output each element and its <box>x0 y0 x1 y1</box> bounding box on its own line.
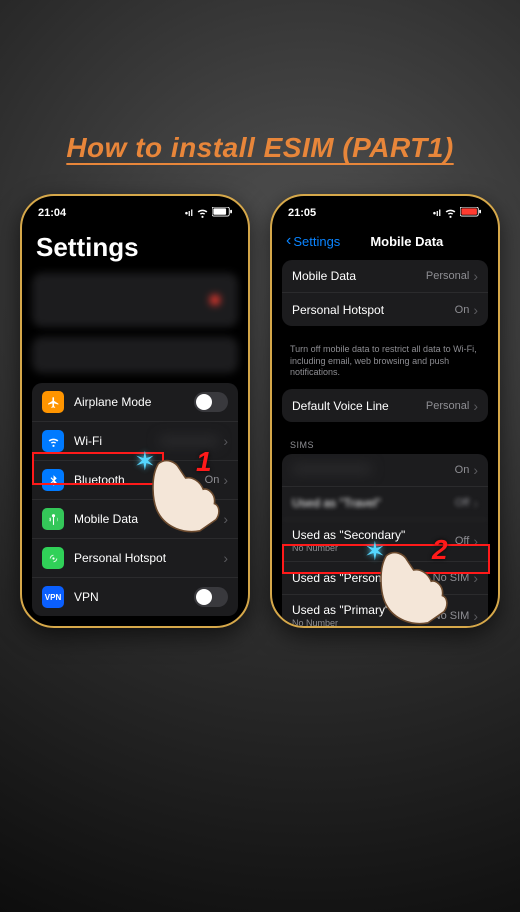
row-mobile-data[interactable]: Mobile Data › <box>32 500 238 539</box>
row-sim-personal[interactable]: Used as "Personal" No SIM › <box>282 562 488 595</box>
blurred-row[interactable] <box>32 337 238 373</box>
vpn-toggle[interactable] <box>194 587 228 607</box>
settings-group-network: Airplane Mode Wi-Fi › Bluetooth <box>32 383 238 616</box>
chevron-icon: › <box>223 433 228 449</box>
chevron-icon: › <box>473 570 478 586</box>
phone-left: 21:04 •ıl Settings <box>20 194 250 628</box>
row-hotspot[interactable]: Personal Hotspot On › <box>282 293 488 326</box>
chevron-icon: › <box>473 302 478 318</box>
vpn-icon: VPN <box>42 586 64 608</box>
row-value: No SIM <box>433 610 470 622</box>
sims-section-label: SIMs <box>272 436 498 454</box>
row-sim-secondary[interactable]: Used as "Secondary" No Number Off › <box>282 520 488 562</box>
chevron-icon: › <box>473 462 478 478</box>
back-label: Settings <box>293 234 340 249</box>
badge-dot <box>210 295 220 305</box>
nav-header: ‹ Settings Mobile Data <box>272 226 498 260</box>
row-label: Used as "Primary" No Number <box>292 603 433 628</box>
row-vpn[interactable]: VPN VPN <box>32 578 238 616</box>
chevron-icon: › <box>473 398 478 414</box>
row-value: On <box>455 464 470 476</box>
page-title: How to install ESIM (PART1) <box>0 132 520 164</box>
chevron-icon: › <box>223 472 228 488</box>
row-value: Off <box>455 535 469 547</box>
bluetooth-icon <box>42 469 64 491</box>
row-sim-primary[interactable]: Used as "Primary" No Number No SIM › <box>282 595 488 628</box>
row-label: Airplane Mode <box>74 395 194 409</box>
row-label: Bluetooth <box>74 473 205 487</box>
step2-number: 2 <box>432 534 448 566</box>
row-airplane[interactable]: Airplane Mode <box>32 383 238 422</box>
group-voice: Default Voice Line Personal › <box>282 389 488 422</box>
phone-right: 21:05 •ıl ‹ Settings Mobile Data <box>270 194 500 628</box>
chevron-icon: › <box>473 268 478 284</box>
profile-row-blurred[interactable] <box>32 273 238 327</box>
row-label: Used as "Personal" <box>292 571 433 585</box>
group-sims: On › Used as "Travel" Off › Used as "Sec… <box>282 454 488 628</box>
row-label: Personal Hotspot <box>74 551 223 565</box>
row-label <box>292 463 455 477</box>
chevron-left-icon: ‹ <box>286 232 291 250</box>
screen-title: Mobile Data <box>370 234 443 249</box>
help-text: Turn off mobile data to restrict all dat… <box>272 340 498 389</box>
row-label: Wi-Fi <box>74 434 159 448</box>
antenna-icon <box>42 508 64 530</box>
row-value <box>159 436 219 446</box>
row-value: Personal <box>426 270 469 282</box>
row-mobile-data[interactable]: Mobile Data Personal › <box>282 260 488 293</box>
chevron-icon: › <box>473 533 478 549</box>
row-sublabel: No Number <box>292 618 433 628</box>
airplane-toggle[interactable] <box>194 392 228 412</box>
row-label: Default Voice Line <box>292 399 426 413</box>
row-value: No SIM <box>433 572 470 584</box>
row-sublabel: No Number <box>292 543 455 553</box>
row-sim-blurred-1[interactable]: On › <box>282 454 488 487</box>
row-label: Mobile Data <box>292 269 426 283</box>
chevron-icon: › <box>223 550 228 566</box>
row-label: Personal Hotspot <box>292 303 455 317</box>
row-label: Used as "Travel" <box>292 496 455 510</box>
chevron-icon: › <box>473 608 478 624</box>
wifi-icon <box>42 430 64 452</box>
row-value: Personal <box>426 400 469 412</box>
step1-number: 1 <box>196 446 212 478</box>
row-label: Mobile Data <box>74 512 223 526</box>
hotspot-icon <box>42 547 64 569</box>
settings-header: Settings <box>22 226 248 273</box>
row-voice-line[interactable]: Default Voice Line Personal › <box>282 389 488 422</box>
row-value: Off <box>455 497 469 509</box>
row-label: Used as "Secondary" No Number <box>292 528 455 553</box>
settings-title: Settings <box>36 232 234 263</box>
notch <box>335 196 435 218</box>
row-label: VPN <box>74 590 194 604</box>
row-hotspot[interactable]: Personal Hotspot › <box>32 539 238 578</box>
back-button[interactable]: ‹ Settings <box>286 232 340 250</box>
phones-container: 21:04 •ıl Settings <box>0 194 520 628</box>
group-data: Mobile Data Personal › Personal Hotspot … <box>282 260 488 326</box>
chevron-icon: › <box>473 495 478 511</box>
row-sim-travel[interactable]: Used as "Travel" Off › <box>282 487 488 520</box>
notch <box>85 196 185 218</box>
row-value: On <box>455 304 470 316</box>
airplane-icon <box>42 391 64 413</box>
chevron-icon: › <box>223 511 228 527</box>
